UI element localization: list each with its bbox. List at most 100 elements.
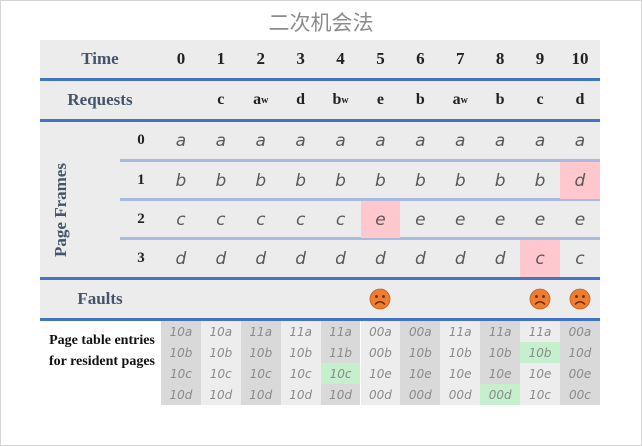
frame-index: 0 xyxy=(137,132,145,148)
page-table-entry: 10e xyxy=(409,366,432,381)
frown-face-icon xyxy=(529,288,551,310)
page-table-entry: 11a xyxy=(289,324,312,339)
page-table-entry: 10d xyxy=(568,345,592,360)
diagram-title: 二次机会法 xyxy=(268,11,374,35)
time-value: 0 xyxy=(176,49,186,68)
frame-cell: e xyxy=(455,209,466,230)
page-table-entry: 10b xyxy=(169,345,193,360)
page-table-entry: 11a xyxy=(528,324,552,339)
page-table-entry: 11a xyxy=(448,324,472,339)
frame-index: 2 xyxy=(137,211,145,227)
frame-cell: a xyxy=(255,130,266,151)
frame-cell: d xyxy=(375,248,386,269)
frame-index: 3 xyxy=(137,250,145,266)
time-value: 1 xyxy=(216,49,226,68)
frown-face-icon xyxy=(369,288,391,310)
frame-cell: b xyxy=(494,170,506,191)
request-value: d xyxy=(296,91,306,108)
frame-cell: a xyxy=(534,130,546,151)
page-table-column: 00a 10d 00e 00c xyxy=(560,321,600,405)
page-table-entry: 10c xyxy=(209,366,232,381)
frame-cell: b xyxy=(175,170,187,191)
page-table-entry: 10a xyxy=(169,324,193,339)
time-value: 4 xyxy=(336,49,345,68)
frame-cell: d xyxy=(255,248,267,269)
page-table-entry: 00d xyxy=(369,387,392,402)
frame-cell: d xyxy=(295,248,307,269)
page-table-column: 10a 10b 10c 10d xyxy=(161,321,201,405)
page-table-entry-highlight: 00d xyxy=(480,384,521,405)
frame-cell: a xyxy=(415,130,426,151)
page-table-column: 10a 10b 10c 10d xyxy=(200,321,241,405)
frame-index: 1 xyxy=(137,172,145,188)
page-table-entry-highlight: 10c xyxy=(320,363,361,384)
request-value: b xyxy=(495,91,505,108)
frame-cell: a xyxy=(335,130,346,151)
page-table-entry: 10a xyxy=(209,324,233,339)
frame-cell: d xyxy=(335,248,346,269)
replaced-frame-cell: c xyxy=(520,240,560,277)
frame-cell: b xyxy=(295,170,307,191)
page-table-column: 11a 10b 10e 00d xyxy=(440,321,481,405)
frame-cell: c xyxy=(216,209,226,230)
frame-cell: e xyxy=(494,209,506,230)
frame-cell: a xyxy=(215,130,227,151)
page-table-entry: 00a xyxy=(369,324,392,339)
frame-cell: b xyxy=(414,170,426,191)
page-table-entry: 10d xyxy=(169,387,193,402)
frame-cell: b xyxy=(335,170,346,191)
frame-cell: b xyxy=(534,170,546,191)
frame-cell: c xyxy=(176,209,186,230)
page-table-column: 11a 11b 10c 10d xyxy=(320,321,361,405)
frame-cell: a xyxy=(494,130,506,151)
request-value xyxy=(161,81,201,119)
page-table-entry: 10c xyxy=(529,387,551,402)
page-table-entry: 10d xyxy=(209,387,233,402)
page-table-entry-highlight: 10b xyxy=(520,342,560,363)
page-table-entry: 10e xyxy=(528,366,552,381)
page-table-entry: 11a xyxy=(488,324,512,339)
time-value: 7 xyxy=(455,49,465,68)
frame-cell: b xyxy=(375,170,386,191)
frame-cell: d xyxy=(454,248,466,269)
frame-cell: e xyxy=(534,209,546,230)
page-table-entry: 00a xyxy=(568,324,592,339)
page-table-entry: 00e xyxy=(568,366,592,381)
frame-cell: c xyxy=(575,248,585,269)
page-table-label: Page table entries for resident pages xyxy=(48,333,156,369)
time-value: 9 xyxy=(535,49,545,68)
page-table-entry: 10b xyxy=(289,345,313,360)
page-table-entry: 10d xyxy=(329,387,352,402)
page-table-entry: 00c xyxy=(569,387,591,402)
time-value: 10 xyxy=(571,49,589,68)
page-table-column: 11a 10b 10c 10d xyxy=(280,321,321,405)
page-table-column: 00a 00b 10e 00d xyxy=(360,321,401,405)
frame-cell: c xyxy=(295,209,306,230)
request-value: c xyxy=(536,91,544,108)
page-table-entry: 10b xyxy=(448,345,472,360)
frown-face-icon xyxy=(569,288,591,310)
frame-cell: b xyxy=(255,170,267,191)
page-table-entry: 10d xyxy=(249,387,273,402)
page-table-column: 11a 10b 10c 10d xyxy=(240,321,281,405)
frame-cell: a xyxy=(175,130,187,151)
request-value: e xyxy=(376,91,384,108)
frame-cell: b xyxy=(454,170,466,191)
page-table-entry: 11a xyxy=(249,324,273,339)
page-table-column: 00a 10b 10e 00d xyxy=(400,321,441,405)
page-table-entry: 10e xyxy=(448,366,472,381)
frame-cell: d xyxy=(414,248,426,269)
page-table-entry: 10b xyxy=(408,345,432,360)
page-table-entry: 00d xyxy=(408,387,432,402)
frame-cell: d xyxy=(494,248,506,269)
page-table-entry: 10c xyxy=(249,366,272,381)
page-table-entry: 10b xyxy=(249,345,273,360)
page-table-entry: 00d xyxy=(448,387,472,402)
page-table-entry: 10c xyxy=(170,366,192,381)
time-value: 5 xyxy=(376,49,385,68)
frame-cell: e xyxy=(574,209,586,230)
request-value: b xyxy=(415,91,425,108)
page-table-entry: 10b xyxy=(209,345,233,360)
page-table-entry: 00b xyxy=(369,345,392,360)
replaced-frame-cell: e xyxy=(360,201,401,238)
